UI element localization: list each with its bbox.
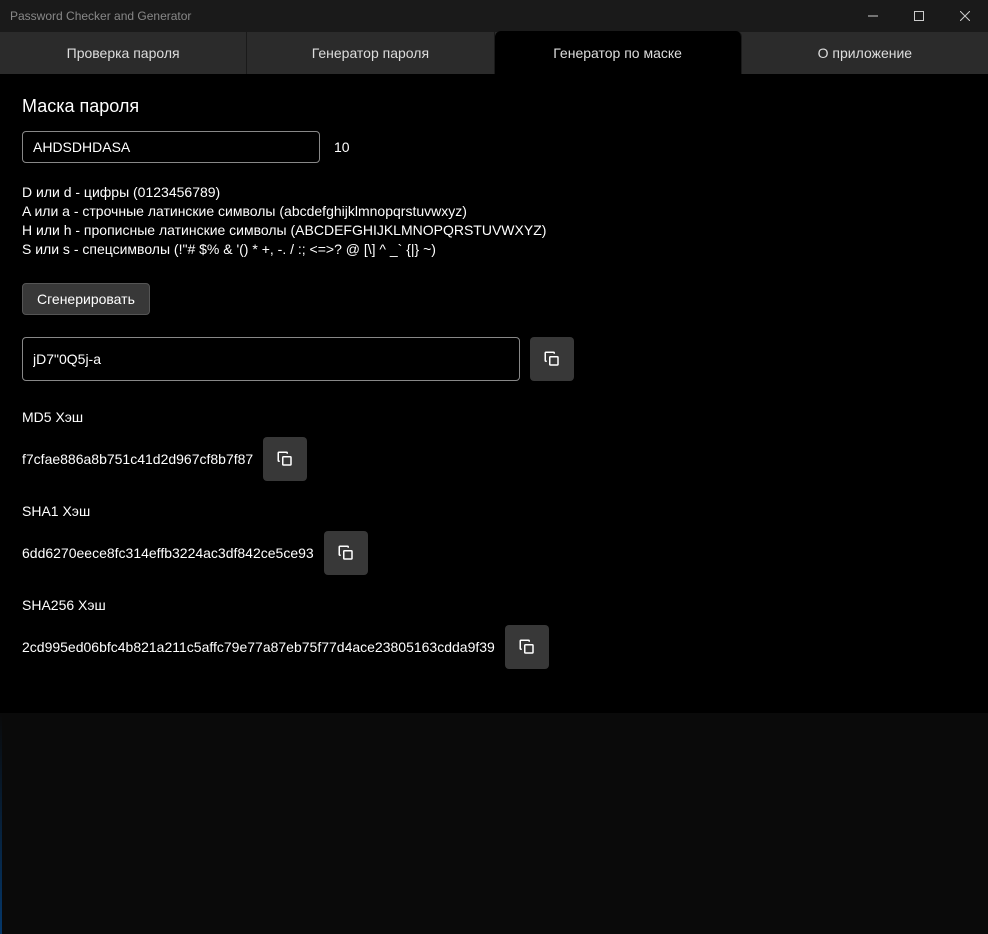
mask-title: Маска пароля [22,96,966,117]
sha256-row: 2cd995ed06bfc4b821a211c5affc79e77a87eb75… [22,625,966,669]
tabs-bar: Проверка пароля Генератор пароля Генерат… [0,32,988,74]
sha256-value: 2cd995ed06bfc4b821a211c5affc79e77a87eb75… [22,639,495,655]
result-row [22,337,966,381]
help-line-a: A или a - строчные латинские символы (ab… [22,202,966,221]
sha1-section: SHA1 Хэш 6dd6270eece8fc314effb3224ac3df8… [22,503,966,575]
copy-icon [276,450,294,468]
result-input[interactable] [22,337,520,381]
help-line-s: S или s - спецсимволы (!"# $% & '() * +,… [22,240,966,259]
tab-generator[interactable]: Генератор пароля [247,32,494,74]
minimize-button[interactable] [850,0,896,32]
sha256-label: SHA256 Хэш [22,597,966,613]
tab-about[interactable]: О приложение [742,32,988,74]
sha1-row: 6dd6270eece8fc314effb3224ac3df842ce5ce93 [22,531,966,575]
help-line-d: D или d - цифры (0123456789) [22,183,966,202]
md5-row: f7cfae886a8b751c41d2d967cf8b7f87 [22,437,966,481]
sha1-label: SHA1 Хэш [22,503,966,519]
mask-length: 10 [334,139,350,155]
maximize-button[interactable] [896,0,942,32]
mask-row: 10 [22,131,966,163]
generate-button[interactable]: Сгенерировать [22,283,150,315]
sha256-section: SHA256 Хэш 2cd995ed06bfc4b821a211c5affc7… [22,597,966,669]
window-controls [850,0,988,32]
tab-check-password[interactable]: Проверка пароля [0,32,247,74]
close-button[interactable] [942,0,988,32]
sha1-value: 6dd6270eece8fc314effb3224ac3df842ce5ce93 [22,545,314,561]
md5-section: MD5 Хэш f7cfae886a8b751c41d2d967cf8b7f87 [22,409,966,481]
copy-result-button[interactable] [530,337,574,381]
copy-sha1-button[interactable] [324,531,368,575]
copy-md5-button[interactable] [263,437,307,481]
tab-mask-generator[interactable]: Генератор по маске [495,31,742,74]
copy-icon [337,544,355,562]
main-content: Маска пароля 10 D или d - цифры (0123456… [0,74,988,713]
help-text: D или d - цифры (0123456789) A или a - с… [22,183,966,259]
help-line-h: H или h - прописные латинские символы (A… [22,221,966,240]
close-icon [960,11,970,21]
mask-input[interactable] [22,131,320,163]
minimize-icon [868,11,878,21]
copy-icon [543,350,561,368]
maximize-icon [914,11,924,21]
copy-icon [518,638,536,656]
window-edge-glow [0,714,2,934]
md5-label: MD5 Хэш [22,409,966,425]
copy-sha256-button[interactable] [505,625,549,669]
window-title: Password Checker and Generator [10,9,850,23]
titlebar: Password Checker and Generator [0,0,988,32]
md5-value: f7cfae886a8b751c41d2d967cf8b7f87 [22,451,253,467]
